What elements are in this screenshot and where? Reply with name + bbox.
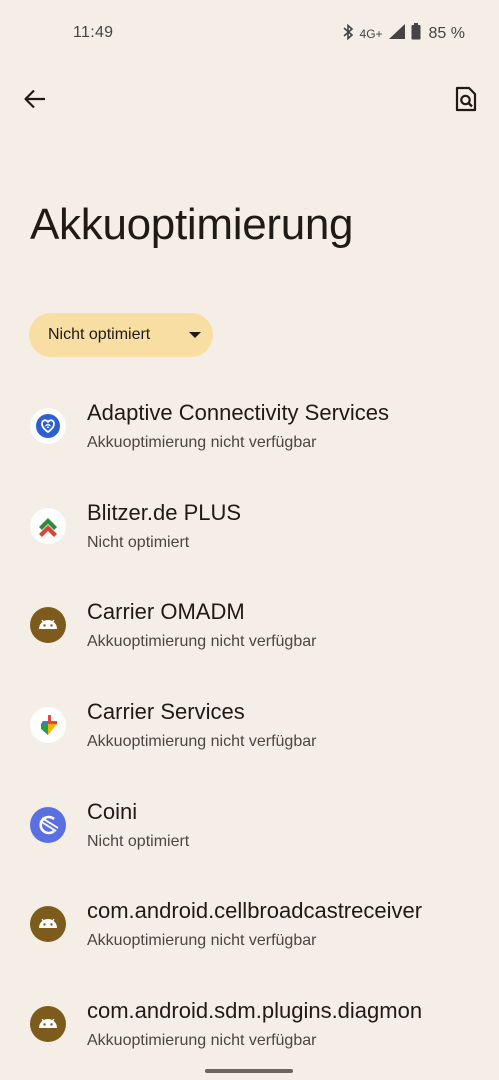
status-icons: 4G+ 85 % xyxy=(342,23,465,44)
battery-percent: 85 % xyxy=(428,24,465,42)
app-name: Coini xyxy=(87,798,138,824)
android-icon xyxy=(30,1006,66,1043)
adaptive-connectivity-icon xyxy=(30,408,66,444)
app-status: Akkuoptimierung nicht verfügbar xyxy=(87,932,317,950)
home-indicator[interactable] xyxy=(205,1069,293,1073)
list-item[interactable]: Adaptive Connectivity Services Akkuoptim… xyxy=(0,380,499,480)
dropdown-caret-icon xyxy=(189,332,201,338)
signal-icon xyxy=(388,24,405,43)
battery-icon xyxy=(411,23,421,44)
list-item[interactable]: Carrier OMADM Akkuoptimierung nicht verf… xyxy=(0,579,499,679)
status-time: 11:49 xyxy=(73,24,114,41)
search-settings-icon xyxy=(455,86,477,117)
list-item[interactable]: Carrier Services Akkuoptimierung nicht v… xyxy=(0,679,499,779)
app-list: Adaptive Connectivity Services Akkuoptim… xyxy=(0,380,499,1078)
list-item[interactable]: Coini Nicht optimiert xyxy=(0,779,499,879)
app-name: Adaptive Connectivity Services xyxy=(87,400,390,425)
network-type: 4G+ xyxy=(359,26,383,41)
app-name: com.android.sdm.plugins.diagmon xyxy=(87,998,423,1024)
status-bar: 11:49 4G+ 85 % xyxy=(0,0,499,68)
app-status: Akkuoptimierung nicht verfügbar xyxy=(87,633,317,651)
list-item[interactable]: Blitzer.de PLUS Nicht optimiert xyxy=(0,480,499,580)
app-name: Blitzer.de PLUS xyxy=(87,499,242,525)
app-status: Akkuoptimierung nicht verfügbar xyxy=(87,1032,317,1050)
app-status: Nicht optimiert xyxy=(87,832,190,850)
list-item[interactable]: com.android.cellbroadcastreceiver Akkuop… xyxy=(0,878,499,978)
app-status: Nicht optimiert xyxy=(87,533,190,551)
filter-selected-label: Nicht optimiert xyxy=(48,326,151,343)
app-status: Akkuoptimierung nicht verfügbar xyxy=(87,434,317,451)
app-name: Carrier OMADM xyxy=(87,599,245,625)
back-button[interactable] xyxy=(18,84,52,118)
carrier-services-icon xyxy=(30,707,66,744)
blitzer-icon xyxy=(30,507,66,544)
android-icon xyxy=(30,607,66,644)
bluetooth-icon xyxy=(342,23,354,44)
search-settings-button[interactable] xyxy=(449,84,483,118)
page-title: Akkuoptimierung xyxy=(30,200,354,249)
android-icon xyxy=(30,906,66,943)
list-item[interactable]: com.android.sdm.plugins.diagmon Akkuopti… xyxy=(0,978,499,1078)
arrow-left-icon xyxy=(24,89,46,114)
app-name: Carrier Services xyxy=(87,699,245,725)
app-name: com.android.cellbroadcastreceiver xyxy=(87,898,423,924)
coini-icon xyxy=(30,806,66,843)
app-status: Akkuoptimierung nicht verfügbar xyxy=(87,733,317,751)
filter-dropdown[interactable]: Nicht optimiert xyxy=(29,313,213,357)
